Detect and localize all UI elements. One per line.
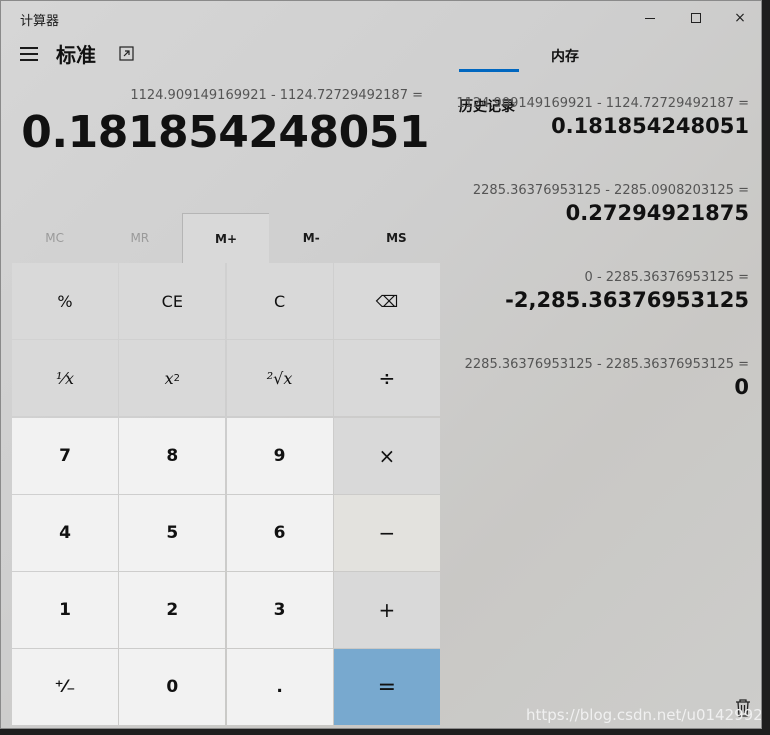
key-8[interactable]: 8 xyxy=(119,417,226,494)
negate-button[interactable]: ⁺⁄₋ xyxy=(12,649,118,726)
key-2[interactable]: 2 xyxy=(119,572,226,649)
keep-on-top-icon[interactable] xyxy=(119,46,134,61)
title-bar[interactable]: 计算器 × xyxy=(1,1,761,35)
reciprocal-label: ¹⁄x xyxy=(55,368,75,388)
history-item[interactable]: 2285.36376953125 - 2285.36376953125 = 0 xyxy=(465,357,749,399)
key-6[interactable]: 6 xyxy=(226,494,333,571)
key-7[interactable]: 7 xyxy=(12,417,118,494)
sqrt-label: ²√x xyxy=(266,368,293,388)
backspace-button[interactable]: ⌫ xyxy=(333,263,440,339)
tab-active-indicator xyxy=(459,69,519,72)
keypad: % CE C ⌫ ¹⁄x x2 ²√x ÷ 7 8 9 × 4 5 6 − 1 … xyxy=(12,263,440,726)
minimize-button[interactable] xyxy=(627,1,673,35)
history-expression: 2285.36376953125 - 2285.36376953125 = xyxy=(464,357,749,372)
history-item[interactable]: 0 - 2285.36376953125 = -2,285.3637695312… xyxy=(505,270,749,312)
ms-button[interactable]: MS xyxy=(354,213,439,263)
history-expression: 2285.36376953125 - 2285.0908203125 = xyxy=(472,183,749,198)
history-expression: 0 - 2285.36376953125 = xyxy=(584,270,749,285)
m-minus-button[interactable]: M- xyxy=(269,213,354,263)
hamburger-icon[interactable] xyxy=(20,47,38,61)
history-result: 0.27294921875 xyxy=(565,201,749,225)
square-base: x xyxy=(164,368,174,388)
equals-button[interactable]: = xyxy=(333,649,440,726)
sqrt-button[interactable]: ²√x xyxy=(226,340,333,417)
app-title: 计算器 xyxy=(20,14,60,29)
ce-button[interactable]: CE xyxy=(119,263,226,339)
mr-button[interactable]: MR xyxy=(97,213,182,263)
memory-row: MC MR M+ M- MS xyxy=(12,213,439,263)
key-3[interactable]: 3 xyxy=(226,572,333,649)
mode-title: 标准 xyxy=(56,43,96,67)
square-exp: 2 xyxy=(173,372,180,384)
maximize-icon xyxy=(691,13,701,23)
mc-button[interactable]: MC xyxy=(12,213,97,263)
history-item[interactable]: 1124.909149169921 - 1124.72729492187 = 0… xyxy=(456,96,749,138)
reciprocal-button[interactable]: ¹⁄x xyxy=(12,340,118,417)
minus-button[interactable]: − xyxy=(333,494,440,571)
key-5[interactable]: 5 xyxy=(119,494,226,571)
decimal-button[interactable]: . xyxy=(226,649,333,726)
m-plus-button[interactable]: M+ xyxy=(182,213,269,263)
history-expression: 1124.909149169921 - 1124.72729492187 = xyxy=(456,96,749,111)
maximize-button[interactable] xyxy=(673,1,719,35)
history-result: 0.181854248051 xyxy=(551,114,749,138)
close-button[interactable]: × xyxy=(717,1,761,35)
tab-memory[interactable]: 内存 xyxy=(551,46,579,66)
calculator-window: 计算器 × 标准 1124.909149169921 - 1124.727294… xyxy=(0,0,762,729)
key-9[interactable]: 9 xyxy=(226,417,333,494)
multiply-button[interactable]: × xyxy=(333,417,440,494)
history-result: -2,285.36376953125 xyxy=(505,288,749,312)
history-result: 0 xyxy=(734,375,749,399)
expression-display: 1124.909149169921 - 1124.72729492187 = xyxy=(130,88,423,103)
divide-button[interactable]: ÷ xyxy=(333,340,440,417)
plus-button[interactable]: + xyxy=(333,572,440,649)
key-1[interactable]: 1 xyxy=(12,572,118,649)
square-button[interactable]: x2 xyxy=(119,340,226,417)
history-item[interactable]: 2285.36376953125 - 2285.0908203125 = 0.2… xyxy=(473,183,749,225)
key-4[interactable]: 4 xyxy=(12,494,118,571)
clear-button[interactable]: C xyxy=(226,263,333,339)
result-display: 0.181854248051 xyxy=(21,107,429,158)
watermark: https://blog.csdn.net/u014299266 xyxy=(526,706,762,724)
key-0[interactable]: 0 xyxy=(119,649,226,726)
minimize-icon xyxy=(645,17,655,19)
percent-button[interactable]: % xyxy=(12,263,118,339)
